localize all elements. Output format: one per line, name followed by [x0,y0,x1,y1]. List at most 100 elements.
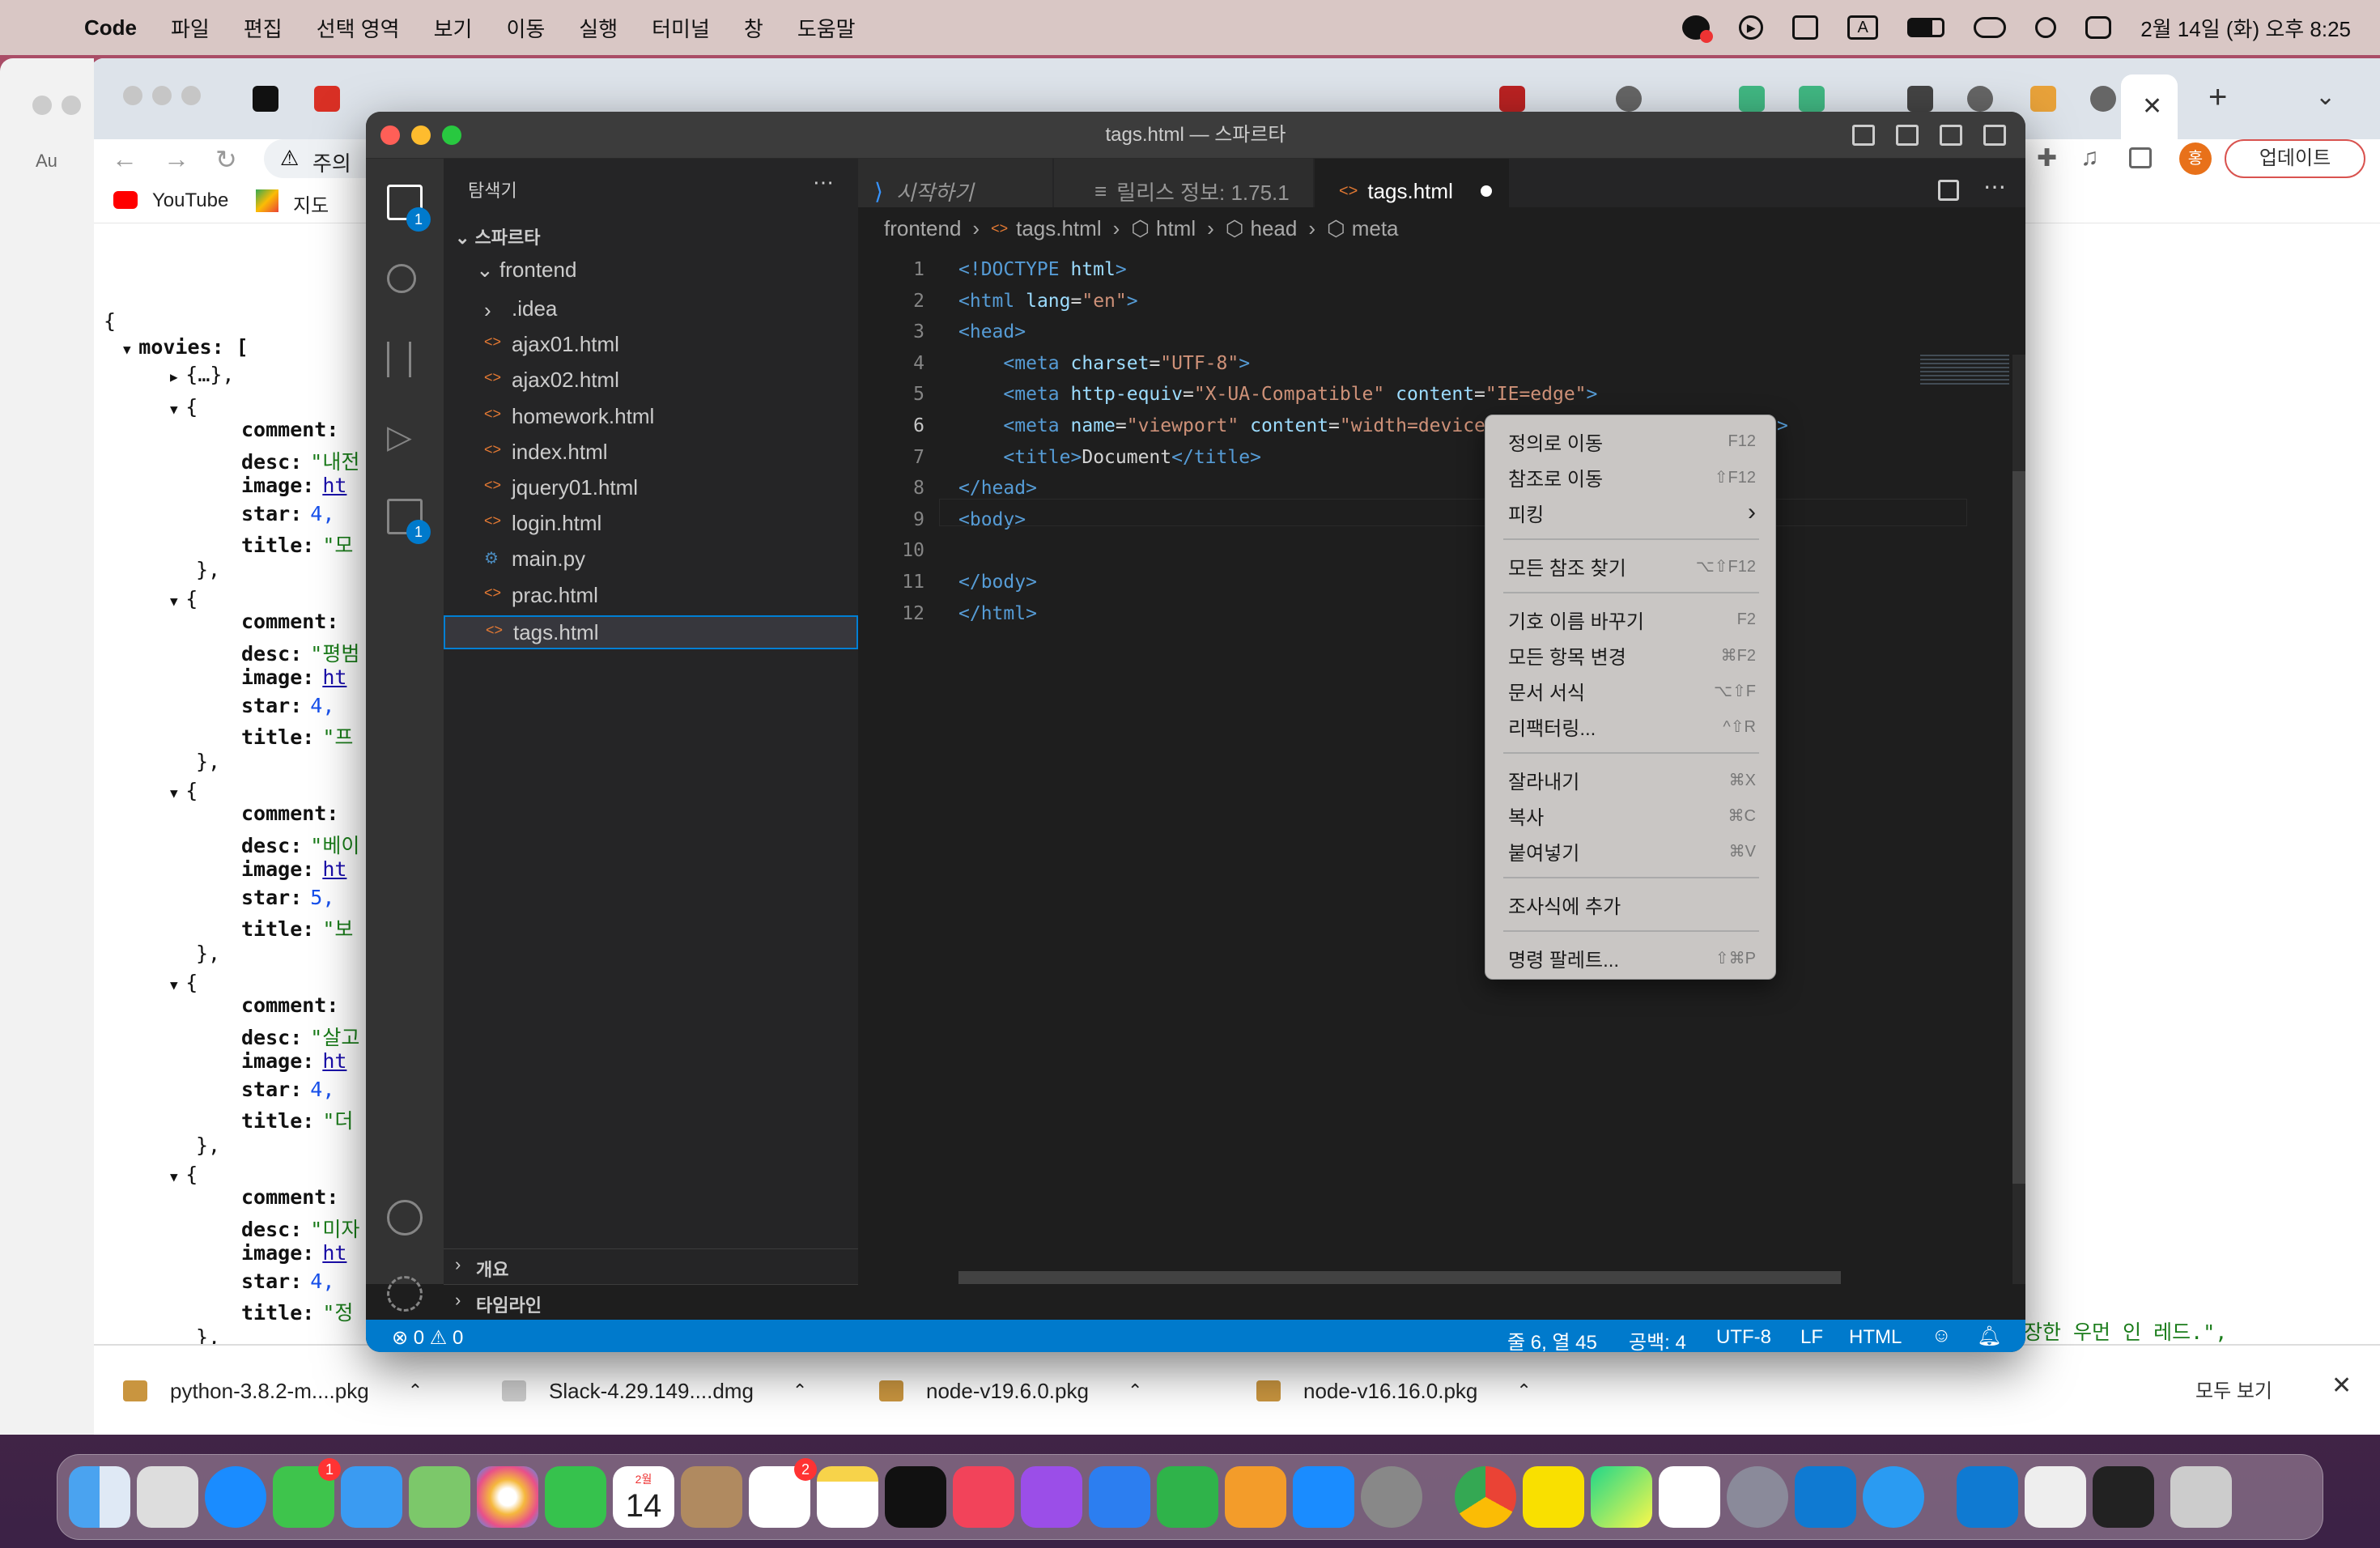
context-menu-item[interactable]: 붙여넣기 ⌘V [1508,833,1756,869]
horizontal-scrollbar[interactable] [958,1271,1841,1284]
numbers-icon[interactable] [1157,1466,1218,1528]
tab-favicon-globe[interactable] [1616,86,1642,112]
tab-favicon-globe-3[interactable] [2090,86,2116,112]
vertical-scrollbar[interactable] [2012,355,2025,1284]
apple-icon[interactable] [29,14,53,41]
chrome-minimize-button[interactable] [152,86,172,105]
menu-edit[interactable]: 편집 [244,13,283,43]
chevron-up-icon[interactable]: ⌃ [1516,1380,1531,1401]
status-problems[interactable]: ⊗ 0 ⚠ 0 [392,1326,463,1350]
chevron-up-icon[interactable]: ⌃ [793,1380,807,1401]
json-object-open[interactable]: ▼ { [170,971,198,994]
slack-icon[interactable] [1659,1466,1720,1528]
search-icon[interactable] [387,264,416,293]
bg-side-tab[interactable]: Au [36,151,57,172]
reader-icon[interactable] [1792,15,1819,40]
side-panel-icon[interactable] [2129,147,2152,168]
vscode-recent-icon[interactable] [1957,1466,2018,1528]
source-control-icon[interactable] [387,342,411,377]
tab-favicon-vue-2[interactable] [1799,86,1825,112]
toggle-panel-icon[interactable] [1896,125,1919,146]
menu-help[interactable]: 도움말 [797,13,856,43]
mail-icon[interactable] [341,1466,402,1528]
podcasts-icon[interactable] [1021,1466,1082,1528]
file-item[interactable]: <> ajax01.html [444,329,858,363]
extensions-icon[interactable]: ✚ [2037,144,2057,172]
menu-selection[interactable]: 선택 영역 [317,13,400,43]
pycharm-icon[interactable] [1591,1466,1652,1528]
json-value[interactable]: ht [322,1241,346,1265]
breadcrumb-frontend[interactable]: frontend [884,216,961,241]
reload-icon[interactable]: ↻ [215,144,237,175]
file-item[interactable]: <> homework.html [444,401,858,435]
context-menu-item[interactable]: 문서 서식 ⌥⇧F [1508,673,1756,708]
keynote-icon[interactable] [1089,1466,1150,1528]
status-position[interactable]: 줄 6, 열 45 [1507,1326,1597,1352]
context-menu-item[interactable]: 리팩터링... ^⇧R [1508,708,1756,744]
kakaotalk-icon[interactable] [1523,1466,1584,1528]
download-item[interactable]: Slack-4.29.149....dmg ⌃ [502,1365,807,1417]
launchpad-icon[interactable] [137,1466,198,1528]
context-menu-item[interactable]: 참조로 이동 ⇧F12 [1508,459,1756,495]
vscode-icon[interactable] [1795,1466,1856,1528]
show-all-downloads-button[interactable]: 모두 보기 [2195,1375,2272,1403]
file-item[interactable]: <> ajax02.html [444,364,858,398]
run-debug-icon[interactable]: ▷ [387,419,423,455]
contacts-icon[interactable] [681,1466,742,1528]
document-stack-icon[interactable] [2025,1466,2086,1528]
code-editor[interactable]: 1 <!DOCTYPE html> 2 <html lang="en"> 3 <head>… [858,249,2025,1284]
music-icon[interactable] [953,1466,1014,1528]
apple-tv-icon[interactable] [885,1466,946,1528]
menu-file[interactable]: 파일 [171,13,210,43]
app-store-icon[interactable] [1293,1466,1354,1528]
collapsed-triangle-icon[interactable]: ▶ [170,369,185,385]
folder-frontend[interactable]: ⌄ frontend [476,257,576,283]
bookmark-maps[interactable]: 지도 [293,189,329,218]
context-menu-item[interactable]: 피킹 › [1508,495,1756,530]
tab-favicon-book[interactable] [1499,86,1525,112]
account-icon[interactable] [387,1200,423,1235]
photos-icon[interactable] [477,1466,538,1528]
facetime-icon[interactable] [545,1466,606,1528]
search-icon[interactable] [2035,17,2057,38]
play-icon[interactable]: ▶ [1739,15,1764,40]
file-item[interactable]: <> prac.html [444,580,858,614]
menu-window[interactable]: 창 [744,13,763,43]
status-eol[interactable]: LF [1800,1326,1823,1349]
context-menu-item[interactable]: 명령 팔레트... ⇧⌘P [1508,940,1756,976]
bookmark-youtube[interactable]: YouTube [152,189,228,212]
context-menu-item[interactable]: 조사식에 추가 [1508,887,1756,922]
back-icon[interactable]: ← [112,144,138,174]
new-tab-icon[interactable]: + [2208,79,2227,116]
file-item[interactable]: ⚙ main.py [444,543,858,577]
json-object-open[interactable]: ▼ { [170,395,198,419]
minimap[interactable] [1920,355,2009,387]
json-value[interactable]: ht [322,857,346,881]
chrome-icon[interactable] [1455,1466,1516,1528]
active-tab[interactable]: ✕ [2121,74,2178,139]
breadcrumb-file[interactable]: tags.html [1016,216,1102,241]
menu-go[interactable]: 이동 [506,13,545,43]
feedback-icon[interactable]: ☺ [1932,1325,1952,1347]
media-icon[interactable]: ♫ [2080,144,2099,172]
split-editor-icon[interactable] [1938,180,1959,201]
chevron-up-icon[interactable]: ⌃ [1128,1380,1142,1401]
json-value[interactable]: ht [322,666,346,689]
gear-icon[interactable] [387,1276,423,1312]
breadcrumb-html[interactable]: html [1156,216,1196,241]
explorer-more-icon[interactable]: ⋯ [813,170,834,195]
customize-layout-icon[interactable] [1983,125,2006,146]
context-menu-item[interactable]: 잘라내기 ⌘X [1508,762,1756,797]
trash-icon[interactable] [2170,1466,2232,1528]
rocket-icon[interactable] [1727,1466,1788,1528]
update-button[interactable]: 업데이트 [2225,139,2365,178]
chrome-close-button[interactable] [123,86,142,105]
outline-section[interactable]: › 개요 [444,1248,858,1284]
maps-icon[interactable] [409,1466,470,1528]
bell-icon[interactable]: 🔔︎ [1977,1325,2001,1348]
file-item[interactable]: <> index.html [444,436,858,470]
tab-favicon-pen[interactable] [2030,86,2056,112]
chevron-up-icon[interactable]: ⌃ [408,1380,423,1401]
context-menu-item[interactable]: 모든 참조 찾기 ⌥⇧F12 [1508,548,1756,584]
notification-icon[interactable] [1682,15,1714,43]
